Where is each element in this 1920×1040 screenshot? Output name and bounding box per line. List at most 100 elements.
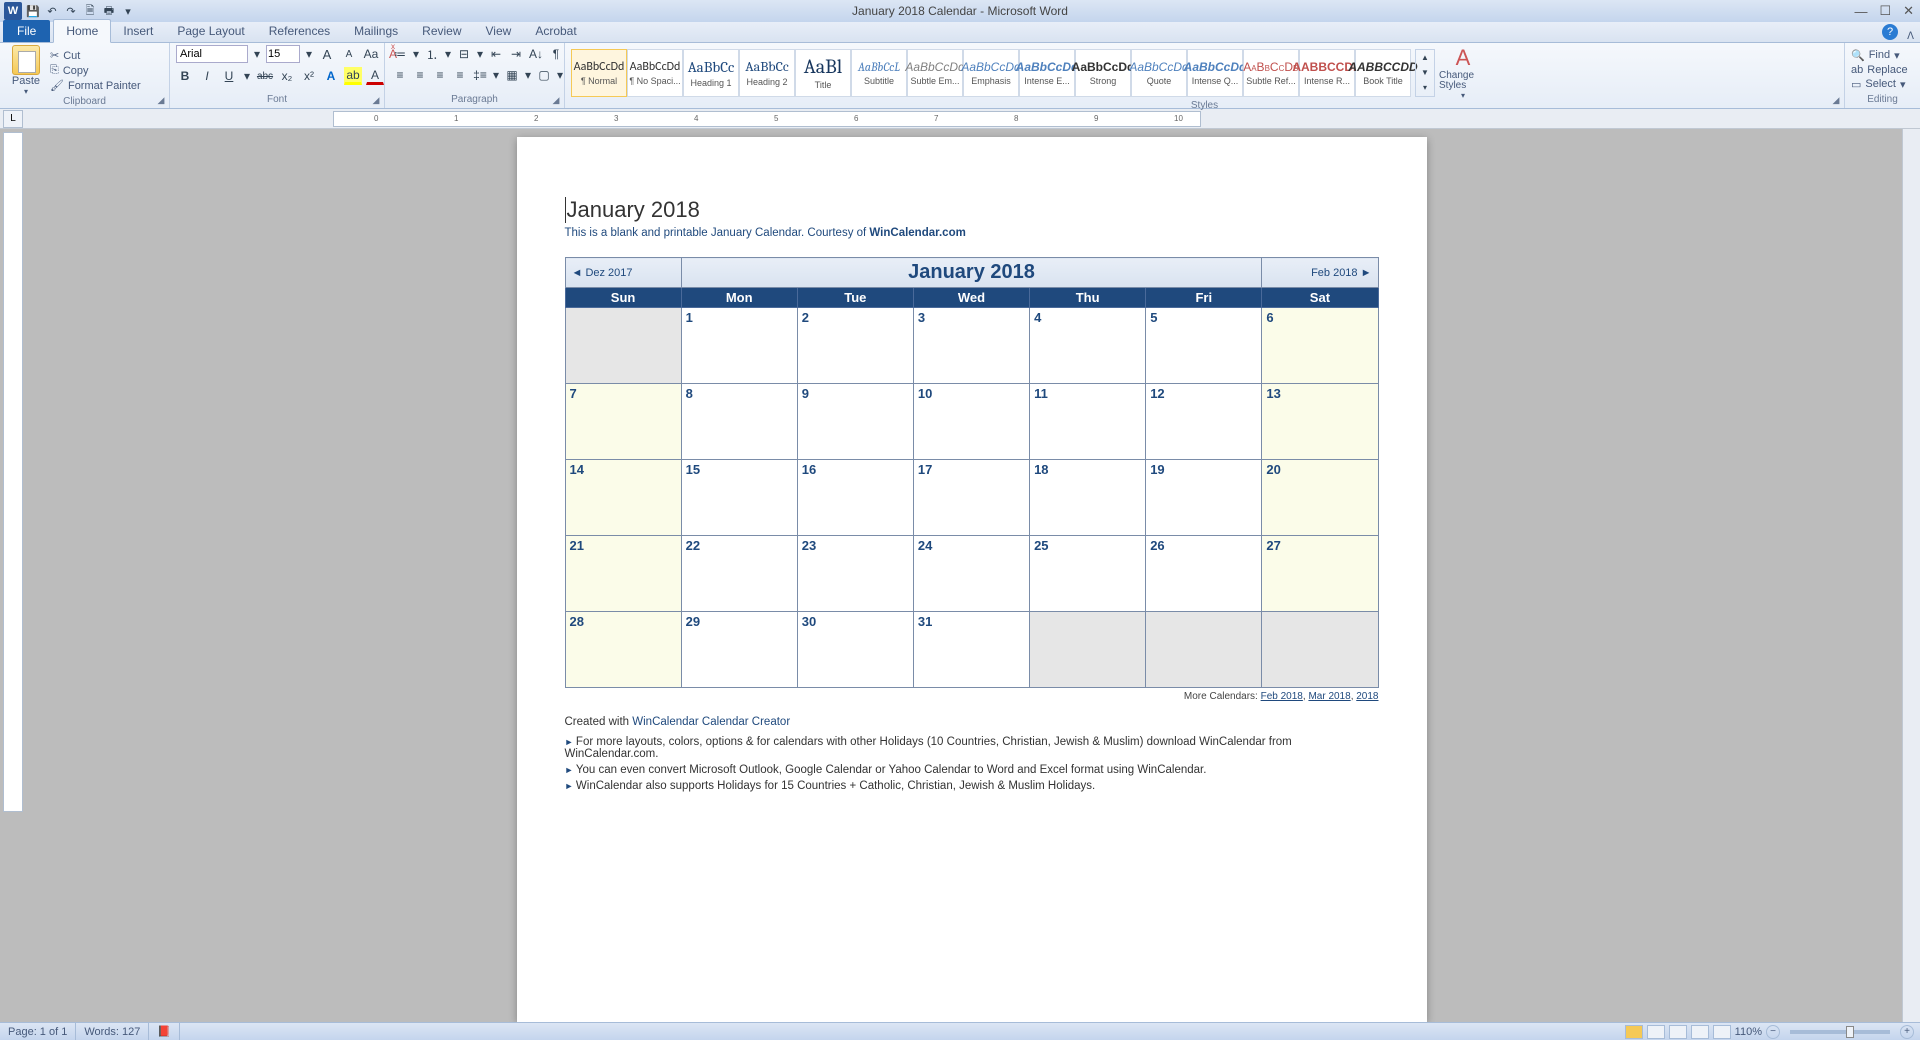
align-right-button[interactable]: ≡ — [431, 66, 449, 84]
doc-subtitle[interactable]: This is a blank and printable January Ca… — [565, 227, 1379, 239]
page-status[interactable]: Page: 1 of 1 — [0, 1023, 76, 1040]
maximize-button[interactable]: ☐ — [1879, 3, 1891, 19]
day-cell[interactable]: 17 — [913, 460, 1029, 536]
calendar-table[interactable]: ◄ Dez 2017 January 2018 Feb 2018 ► SunMo… — [565, 257, 1379, 688]
day-cell[interactable]: 29 — [681, 612, 797, 688]
day-cell[interactable]: 2 — [797, 308, 913, 384]
day-cell[interactable]: 10 — [913, 384, 1029, 460]
font-name-select[interactable] — [176, 45, 248, 63]
cut-button[interactable]: ✂Cut — [50, 49, 141, 62]
grow-font-button[interactable]: A — [318, 45, 336, 63]
find-button[interactable]: 🔍Find ▾ — [1851, 49, 1900, 62]
day-cell[interactable] — [565, 308, 681, 384]
outline-view[interactable] — [1691, 1025, 1709, 1039]
day-cell[interactable]: 31 — [913, 612, 1029, 688]
multilevel-button[interactable]: ⊟ — [455, 45, 473, 63]
zoom-in-button[interactable]: + — [1900, 1025, 1914, 1039]
styles-scroll-down[interactable]: ▼ — [1416, 65, 1434, 80]
day-cell[interactable]: 13 — [1262, 384, 1378, 460]
format-painter-button[interactable]: 🖌Format Painter — [50, 79, 141, 92]
day-cell[interactable]: 9 — [797, 384, 913, 460]
day-cell[interactable] — [1030, 612, 1146, 688]
day-cell[interactable]: 14 — [565, 460, 681, 536]
font-launcher[interactable]: ◢ — [370, 94, 382, 106]
style-item-book-title[interactable]: AABBCCDDBook Title — [1355, 49, 1411, 97]
shading-button[interactable]: ▦ — [503, 66, 521, 84]
prev-month-link[interactable]: ◄ Dez 2017 — [565, 258, 681, 288]
doc-title[interactable]: January 2018 — [565, 197, 1379, 223]
horizontal-ruler[interactable]: 012345678910 — [333, 111, 1201, 127]
shrink-font-button[interactable]: A — [340, 45, 358, 63]
day-cell[interactable]: 18 — [1030, 460, 1146, 536]
close-button[interactable]: ✕ — [1903, 3, 1914, 19]
align-center-button[interactable]: ≡ — [411, 66, 429, 84]
paste-button[interactable]: Paste ▾ — [6, 45, 46, 96]
qat-more-icon[interactable]: ▾ — [120, 3, 136, 19]
day-cell[interactable]: 22 — [681, 536, 797, 612]
day-cell[interactable]: 6 — [1262, 308, 1378, 384]
style-item-quote[interactable]: AaBbCcDdQuote — [1131, 49, 1187, 97]
tab-view[interactable]: View — [474, 20, 524, 42]
font-size-select[interactable] — [266, 45, 300, 63]
web-layout-view[interactable] — [1669, 1025, 1687, 1039]
save-icon[interactable]: 💾 — [25, 3, 41, 19]
day-cell[interactable]: 7 — [565, 384, 681, 460]
show-marks-button[interactable]: ¶ — [547, 45, 565, 63]
day-cell[interactable]: 5 — [1146, 308, 1262, 384]
day-cell[interactable]: 11 — [1030, 384, 1146, 460]
wincalendar-link[interactable]: WinCalendar.com — [869, 227, 965, 239]
day-cell[interactable]: 30 — [797, 612, 913, 688]
tab-acrobat[interactable]: Acrobat — [523, 20, 588, 42]
style-item-intense-e-[interactable]: AaBbCcDdIntense E... — [1019, 49, 1075, 97]
tab-home[interactable]: Home — [53, 19, 111, 43]
numbering-button[interactable]: ⒈ — [423, 45, 441, 63]
day-cell[interactable]: 15 — [681, 460, 797, 536]
day-cell[interactable]: 23 — [797, 536, 913, 612]
replace-button[interactable]: abReplace — [1851, 64, 1908, 76]
vertical-ruler[interactable] — [3, 132, 23, 812]
qat-icon-2[interactable]: 🖶 — [101, 3, 117, 19]
clipboard-launcher[interactable]: ◢ — [155, 94, 167, 106]
day-cell[interactable]: 4 — [1030, 308, 1146, 384]
style-item-emphasis[interactable]: AaBbCcDdEmphasis — [963, 49, 1019, 97]
day-cell[interactable] — [1262, 612, 1378, 688]
styles-scroll-up[interactable]: ▲ — [1416, 50, 1434, 65]
decrease-indent-button[interactable]: ⇤ — [487, 45, 505, 63]
creator-link[interactable]: WinCalendar Calendar Creator — [632, 716, 790, 728]
day-cell[interactable]: 25 — [1030, 536, 1146, 612]
day-cell[interactable]: 27 — [1262, 536, 1378, 612]
day-cell[interactable]: 3 — [913, 308, 1029, 384]
styles-gallery[interactable]: AaBbCcDd¶ NormalAaBbCcDd¶ No Spaci...AaB… — [571, 49, 1411, 97]
draft-view[interactable] — [1713, 1025, 1731, 1039]
font-color-button[interactable]: A — [366, 67, 384, 85]
change-case-button[interactable]: Aa — [362, 45, 380, 63]
zoom-level[interactable]: 110% — [1735, 1026, 1762, 1038]
day-cell[interactable] — [1146, 612, 1262, 688]
select-button[interactable]: ▭Select ▾ — [1851, 78, 1906, 91]
style-item-title[interactable]: AaBlTitle — [795, 49, 851, 97]
page[interactable]: January 2018 This is a blank and printab… — [517, 137, 1427, 1022]
word-count[interactable]: Words: 127 — [76, 1023, 149, 1040]
bullets-button[interactable]: ≔ — [391, 45, 409, 63]
superscript-button[interactable]: x² — [300, 67, 318, 85]
style-item-heading-1[interactable]: AaBbCcHeading 1 — [683, 49, 739, 97]
increase-indent-button[interactable]: ⇥ — [507, 45, 525, 63]
style-item-subtle-em-[interactable]: AaBbCcDdSubtle Em... — [907, 49, 963, 97]
tab-mailings[interactable]: Mailings — [342, 20, 410, 42]
styles-launcher[interactable]: ◢ — [1830, 94, 1842, 106]
minimize-button[interactable]: — — [1854, 4, 1867, 19]
day-cell[interactable]: 26 — [1146, 536, 1262, 612]
style-item-heading-2[interactable]: AaBbCcHeading 2 — [739, 49, 795, 97]
day-cell[interactable]: 1 — [681, 308, 797, 384]
redo-icon[interactable]: ↷ — [63, 3, 79, 19]
text-effects-button[interactable]: A — [322, 67, 340, 85]
tab-review[interactable]: Review — [410, 20, 473, 42]
copy-button[interactable]: ⎘Copy — [50, 64, 141, 77]
print-layout-view[interactable] — [1625, 1025, 1643, 1039]
line-spacing-button[interactable]: ‡≡ — [471, 66, 489, 84]
more-link[interactable]: 2018 — [1356, 691, 1378, 702]
full-screen-view[interactable] — [1647, 1025, 1665, 1039]
style-item--no-spaci-[interactable]: AaBbCcDd¶ No Spaci... — [627, 49, 683, 97]
more-link[interactable]: Mar 2018 — [1308, 691, 1350, 702]
day-cell[interactable]: 16 — [797, 460, 913, 536]
